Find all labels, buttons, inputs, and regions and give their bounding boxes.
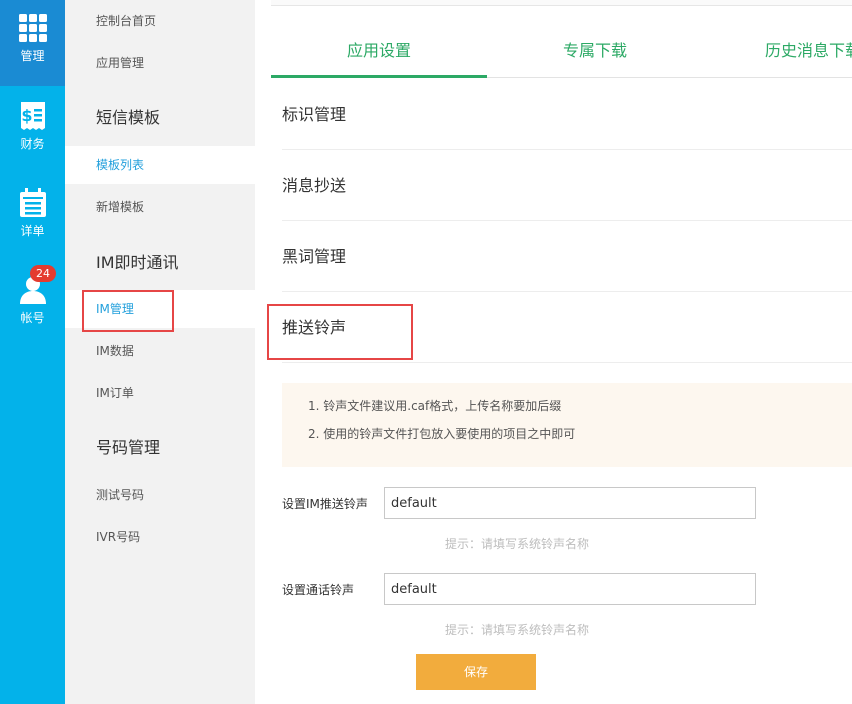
rail-item-manage[interactable]: 管理 <box>0 0 65 86</box>
subnav-item-im-data[interactable]: IM数据 <box>65 332 255 370</box>
highlight-box-push-ringtone <box>267 304 413 360</box>
rail-item-finance[interactable]: $ 财务 <box>0 88 65 174</box>
main-content: 应用设置 专属下载 历史消息下载 标识管理 消息抄送 黑词管理 推送铃声 1. … <box>255 0 852 704</box>
highlight-box-im-manage <box>82 290 174 332</box>
subnav-item-console-home[interactable]: 控制台首页 <box>65 2 255 40</box>
subnav-heading-number: 号码管理 <box>96 438 161 457</box>
tab-app-settings[interactable]: 应用设置 <box>271 28 487 78</box>
subnav-heading-im: IM即时通讯 <box>96 253 179 272</box>
rail-item-detail[interactable]: 详单 <box>0 175 65 261</box>
section-message-cc[interactable]: 消息抄送 <box>282 150 852 221</box>
notice-line-2: 2. 使用的铃声文件打包放入要使用的项目之中即可 <box>308 427 576 441</box>
section-identity-manage[interactable]: 标识管理 <box>282 79 852 150</box>
rail-label-detail: 详单 <box>20 224 45 238</box>
im-ringtone-label: 设置IM推送铃声 <box>282 497 368 511</box>
rail-label-account: 帐号 <box>20 311 45 325</box>
subnav-item-test-number[interactable]: 测试号码 <box>65 476 255 514</box>
sub-navigation: 控制台首页 应用管理 短信模板 模板列表 新增模板 IM即时通讯 IM管理 IM… <box>65 0 255 704</box>
grid-icon <box>18 14 47 42</box>
notice-line-1: 1. 铃声文件建议用.caf格式，上传名称要加后缀 <box>308 399 562 413</box>
im-ringtone-input[interactable] <box>384 487 756 519</box>
tab-bar: 应用设置 专属下载 历史消息下载 <box>271 28 852 78</box>
tab-exclusive-download[interactable]: 专属下载 <box>487 28 703 78</box>
subnav-item-ivr-number[interactable]: IVR号码 <box>65 518 255 556</box>
top-divider <box>271 0 852 6</box>
dollar-receipt-icon: $ <box>20 102 45 130</box>
subnav-item-app-manage[interactable]: 应用管理 <box>65 44 255 82</box>
rail-label-finance: 财务 <box>20 137 45 151</box>
subnav-item-add-template[interactable]: 新增模板 <box>65 188 255 226</box>
notification-badge: 24 <box>30 265 56 282</box>
section-blacklist-manage[interactable]: 黑词管理 <box>282 221 852 292</box>
svg-text:$: $ <box>21 106 32 125</box>
notice-box: 1. 铃声文件建议用.caf格式，上传名称要加后缀 2. 使用的铃声文件打包放入… <box>282 383 852 467</box>
im-ringtone-hint: 提示：请填写系统铃声名称 <box>445 537 590 551</box>
tab-history-download[interactable]: 历史消息下载 <box>703 28 852 78</box>
call-ringtone-label: 设置通话铃声 <box>282 583 355 597</box>
call-ringtone-input[interactable] <box>384 573 756 605</box>
calendar-list-icon <box>19 188 46 217</box>
subnav-item-im-order[interactable]: IM订单 <box>65 374 255 412</box>
call-ringtone-hint: 提示：请填写系统铃声名称 <box>445 623 590 637</box>
save-button[interactable]: 保存 <box>416 654 536 690</box>
rail-label-manage: 管理 <box>20 49 45 63</box>
subnav-heading-sms: 短信模板 <box>96 108 161 127</box>
subnav-item-template-list[interactable]: 模板列表 <box>65 146 255 184</box>
icon-rail: 管理 $ 财务 详单 帐号 24 <box>0 0 65 704</box>
